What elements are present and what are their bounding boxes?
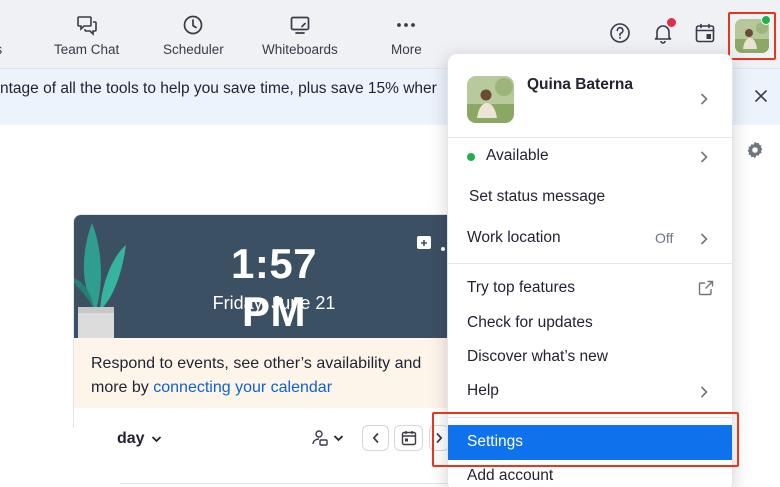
external-link-icon bbox=[698, 280, 714, 296]
panel-gap bbox=[0, 428, 120, 487]
add-account[interactable]: Add account bbox=[448, 460, 732, 487]
prev-day-button[interactable] bbox=[362, 425, 389, 451]
settings-label: Settings bbox=[467, 433, 524, 450]
current-date: Friday, June 21 bbox=[212, 293, 336, 313]
help-menu-item[interactable]: Help bbox=[448, 375, 732, 409]
check-for-updates[interactable]: Check for updates bbox=[448, 307, 732, 341]
profile-menu: Quina Baterna Available Set status messa… bbox=[447, 53, 733, 487]
settings-menu-item[interactable]: Settings bbox=[448, 425, 732, 460]
connect-calendar-link[interactable]: connecting your calendar bbox=[153, 379, 332, 396]
profile-avatar-button[interactable] bbox=[728, 12, 776, 60]
chevron-down-icon bbox=[333, 435, 344, 442]
calendar-icon bbox=[695, 23, 715, 43]
status-dot bbox=[467, 153, 475, 161]
discover-whats-new[interactable]: Discover what’s new bbox=[448, 341, 732, 375]
work-location-label: Work location bbox=[467, 229, 561, 246]
check-updates-label: Check for updates bbox=[467, 314, 593, 331]
nav-team-chat[interactable]: Team Chat bbox=[54, 14, 119, 62]
nav-meetings[interactable]: gs bbox=[0, 14, 6, 62]
whiteboard-icon bbox=[289, 14, 311, 36]
today-label: day bbox=[117, 430, 145, 447]
nav-meetings-label: gs bbox=[0, 42, 2, 57]
add-event-icon[interactable] bbox=[416, 234, 432, 250]
chevron-right-icon bbox=[700, 386, 708, 398]
close-icon[interactable] bbox=[752, 87, 770, 105]
nav-team-chat-label: Team Chat bbox=[54, 42, 120, 57]
people-icon bbox=[312, 430, 328, 446]
user-name: Quina Baterna bbox=[527, 76, 633, 93]
date-picker-button[interactable] bbox=[394, 425, 423, 451]
calendar-connect-note: Respond to events, see other’s availabil… bbox=[74, 338, 472, 408]
try-top-features[interactable]: Try top features bbox=[448, 272, 732, 306]
work-location[interactable]: Work location Off bbox=[448, 222, 732, 256]
notification-badge bbox=[667, 18, 676, 27]
nav-more-label: More bbox=[391, 42, 422, 57]
chevron-right-icon bbox=[700, 151, 708, 163]
chevron-right-icon bbox=[436, 432, 443, 444]
more-dots-icon bbox=[395, 14, 417, 36]
status-available[interactable]: Available bbox=[448, 140, 732, 174]
chevron-right-icon bbox=[700, 233, 708, 245]
chat-icon bbox=[76, 14, 98, 36]
chevron-left-icon bbox=[372, 432, 379, 444]
divider bbox=[448, 263, 732, 264]
next-day-button[interactable] bbox=[429, 425, 449, 451]
set-status-message[interactable]: Set status message bbox=[448, 181, 732, 215]
avatar bbox=[467, 76, 514, 123]
nav-whiteboards-label: Whiteboards bbox=[262, 42, 338, 57]
calendar-hero: 1:57 PM Friday, June 21 bbox=[74, 215, 472, 338]
work-location-value: Off bbox=[655, 230, 674, 246]
try-features-label: Try top features bbox=[467, 279, 575, 296]
divider bbox=[448, 137, 732, 138]
calendar-icon bbox=[401, 431, 416, 446]
note-text-2: more by bbox=[91, 379, 154, 396]
help-icon bbox=[610, 23, 630, 43]
online-status-dot bbox=[761, 15, 771, 25]
help-label: Help bbox=[467, 382, 499, 399]
nav-scheduler-label: Scheduler bbox=[163, 42, 224, 57]
meetings-icon bbox=[0, 14, 6, 36]
divider bbox=[448, 417, 732, 418]
plant-illustration bbox=[74, 223, 126, 338]
status-label: Available bbox=[486, 147, 549, 164]
chevron-down-icon bbox=[151, 436, 161, 443]
nav-scheduler[interactable]: Scheduler bbox=[163, 14, 224, 62]
add-account-label: Add account bbox=[467, 467, 554, 484]
discover-label: Discover what’s new bbox=[467, 348, 608, 365]
gear-icon[interactable] bbox=[745, 140, 765, 160]
calendar-button[interactable] bbox=[692, 20, 718, 46]
note-text: Respond to events, see other’s availabil… bbox=[91, 355, 422, 372]
nav-whiteboards[interactable]: Whiteboards bbox=[262, 14, 338, 62]
current-time: 1:57 PM bbox=[230, 240, 318, 335]
profile-row[interactable]: Quina Baterna bbox=[448, 54, 732, 130]
more-icon[interactable] bbox=[440, 239, 446, 251]
nav-more[interactable]: More bbox=[391, 14, 422, 62]
clock-icon bbox=[182, 14, 204, 36]
notifications-button[interactable] bbox=[650, 18, 676, 46]
promo-text: ntage of all the tools to help you save … bbox=[0, 80, 437, 97]
set-status-label: Set status message bbox=[469, 188, 606, 205]
view-switcher[interactable] bbox=[311, 429, 344, 447]
chevron-right-icon bbox=[700, 93, 708, 105]
today-dropdown[interactable]: day bbox=[117, 430, 162, 448]
help-button[interactable] bbox=[607, 20, 633, 46]
